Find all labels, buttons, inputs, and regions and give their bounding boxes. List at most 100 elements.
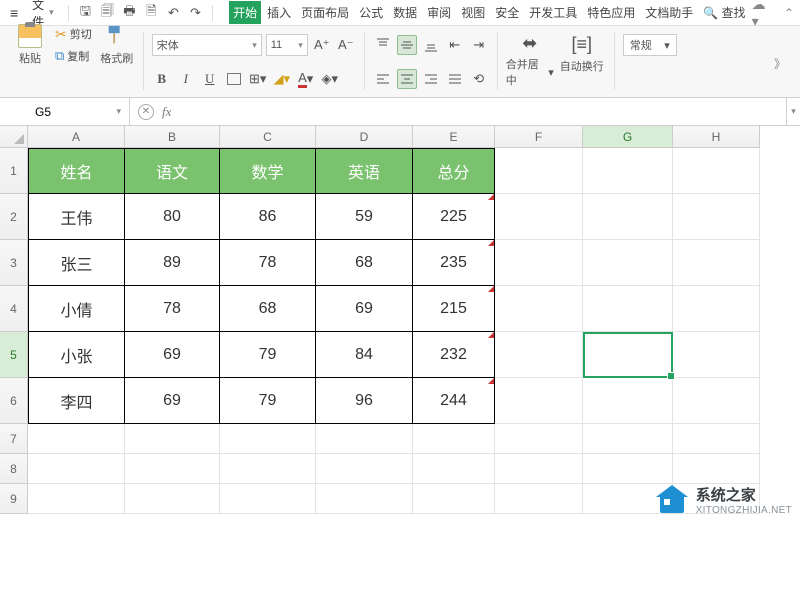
- tab-formula[interactable]: 公式: [355, 1, 387, 24]
- cell[interactable]: [495, 148, 583, 194]
- align-center-button[interactable]: [397, 69, 417, 89]
- col-header[interactable]: D: [316, 126, 413, 148]
- cell[interactable]: [316, 484, 413, 514]
- tab-safe[interactable]: 安全: [491, 1, 523, 24]
- cell[interactable]: 68: [316, 240, 413, 286]
- cell[interactable]: 总分: [413, 148, 495, 194]
- cell[interactable]: [673, 194, 760, 240]
- cell[interactable]: [495, 240, 583, 286]
- cell[interactable]: [583, 424, 673, 454]
- cell[interactable]: [220, 424, 316, 454]
- cell[interactable]: 李四: [28, 378, 125, 424]
- grid[interactable]: 姓名 语文 数学 英语 总分 王伟 80 86 59 225 张三 89 78 …: [28, 148, 760, 514]
- cell[interactable]: [673, 454, 760, 484]
- cell[interactable]: [583, 240, 673, 286]
- orientation-button[interactable]: ⟲: [469, 69, 489, 89]
- increase-font-button[interactable]: A⁺: [312, 35, 332, 55]
- row-header[interactable]: 5: [0, 332, 28, 378]
- fx-icon[interactable]: fx: [162, 104, 171, 120]
- row-header[interactable]: 1: [0, 148, 28, 194]
- tab-layout[interactable]: 页面布局: [297, 1, 353, 24]
- tab-start[interactable]: 开始: [229, 1, 261, 24]
- cell[interactable]: 英语: [316, 148, 413, 194]
- cell[interactable]: 69: [125, 332, 220, 378]
- border-button[interactable]: [224, 69, 244, 89]
- cell[interactable]: 84: [316, 332, 413, 378]
- select-all-corner[interactable]: [0, 126, 28, 148]
- cell[interactable]: 张三: [28, 240, 125, 286]
- row-header[interactable]: 9: [0, 484, 28, 514]
- justify-button[interactable]: [445, 69, 465, 89]
- cell[interactable]: 数学: [220, 148, 316, 194]
- decrease-indent-button[interactable]: ⇤: [445, 35, 465, 55]
- cell[interactable]: [495, 424, 583, 454]
- cell[interactable]: [673, 148, 760, 194]
- paste-button[interactable]: 粘贴: [12, 16, 48, 74]
- cell[interactable]: [583, 286, 673, 332]
- cell[interactable]: 96: [316, 378, 413, 424]
- col-header[interactable]: B: [125, 126, 220, 148]
- name-box-input[interactable]: [8, 105, 78, 119]
- cell[interactable]: [495, 286, 583, 332]
- cell[interactable]: 80: [125, 194, 220, 240]
- cell[interactable]: [495, 484, 583, 514]
- cell[interactable]: [125, 484, 220, 514]
- cell[interactable]: [28, 484, 125, 514]
- decrease-font-button[interactable]: A⁻: [336, 35, 356, 55]
- cell[interactable]: 68: [220, 286, 316, 332]
- cut-button[interactable]: ✂剪切: [52, 23, 95, 45]
- cloud-icon[interactable]: ☁ ▾: [752, 0, 776, 30]
- cell-style-button[interactable]: ◈▾: [320, 69, 340, 89]
- row-header[interactable]: 7: [0, 424, 28, 454]
- cell[interactable]: [673, 332, 760, 378]
- cell[interactable]: [673, 424, 760, 454]
- cell[interactable]: [316, 424, 413, 454]
- cell[interactable]: [495, 378, 583, 424]
- cell[interactable]: 78: [220, 240, 316, 286]
- align-right-button[interactable]: [421, 69, 441, 89]
- name-box[interactable]: ▾: [0, 98, 130, 125]
- row-header[interactable]: 6: [0, 378, 28, 424]
- wrap-text-button[interactable]: [≡] 自动换行: [558, 30, 606, 88]
- cell[interactable]: 89: [125, 240, 220, 286]
- row-header[interactable]: 8: [0, 454, 28, 484]
- cell[interactable]: [220, 454, 316, 484]
- cell[interactable]: [673, 240, 760, 286]
- cell[interactable]: [583, 194, 673, 240]
- cell[interactable]: 232: [413, 332, 495, 378]
- cell[interactable]: 语文: [125, 148, 220, 194]
- align-left-button[interactable]: [373, 69, 393, 89]
- copy-button[interactable]: ⧉复制: [52, 45, 95, 67]
- cell[interactable]: [28, 424, 125, 454]
- undo-icon[interactable]: ↶: [164, 4, 182, 22]
- merge-center-button[interactable]: ⬌ 合并居中▾: [506, 30, 554, 88]
- cell[interactable]: [583, 332, 673, 378]
- cell[interactable]: [583, 148, 673, 194]
- cell[interactable]: 225: [413, 194, 495, 240]
- font-color-button[interactable]: A▾: [296, 69, 316, 89]
- cell[interactable]: [125, 454, 220, 484]
- number-format-combo[interactable]: 常规▾: [623, 34, 677, 56]
- print-preview-icon[interactable]: 🗎: [142, 4, 160, 22]
- redo-icon[interactable]: ↷: [186, 4, 204, 22]
- col-header[interactable]: A: [28, 126, 125, 148]
- cell[interactable]: 235: [413, 240, 495, 286]
- cell[interactable]: 215: [413, 286, 495, 332]
- col-header[interactable]: E: [413, 126, 495, 148]
- cell[interactable]: 姓名: [28, 148, 125, 194]
- tab-review[interactable]: 审阅: [423, 1, 455, 24]
- cell[interactable]: [495, 194, 583, 240]
- cell[interactable]: [28, 454, 125, 484]
- align-top-button[interactable]: [373, 35, 393, 55]
- cell[interactable]: 69: [125, 378, 220, 424]
- cancel-formula-icon[interactable]: ✕: [138, 104, 154, 120]
- cell[interactable]: [583, 454, 673, 484]
- row-header[interactable]: 4: [0, 286, 28, 332]
- align-bottom-button[interactable]: [421, 35, 441, 55]
- font-size-combo[interactable]: 11▾: [266, 34, 308, 56]
- tab-view[interactable]: 视图: [457, 1, 489, 24]
- cell[interactable]: 小倩: [28, 286, 125, 332]
- formula-input[interactable]: [179, 105, 778, 119]
- bold-button[interactable]: B: [152, 69, 172, 89]
- col-header[interactable]: H: [673, 126, 760, 148]
